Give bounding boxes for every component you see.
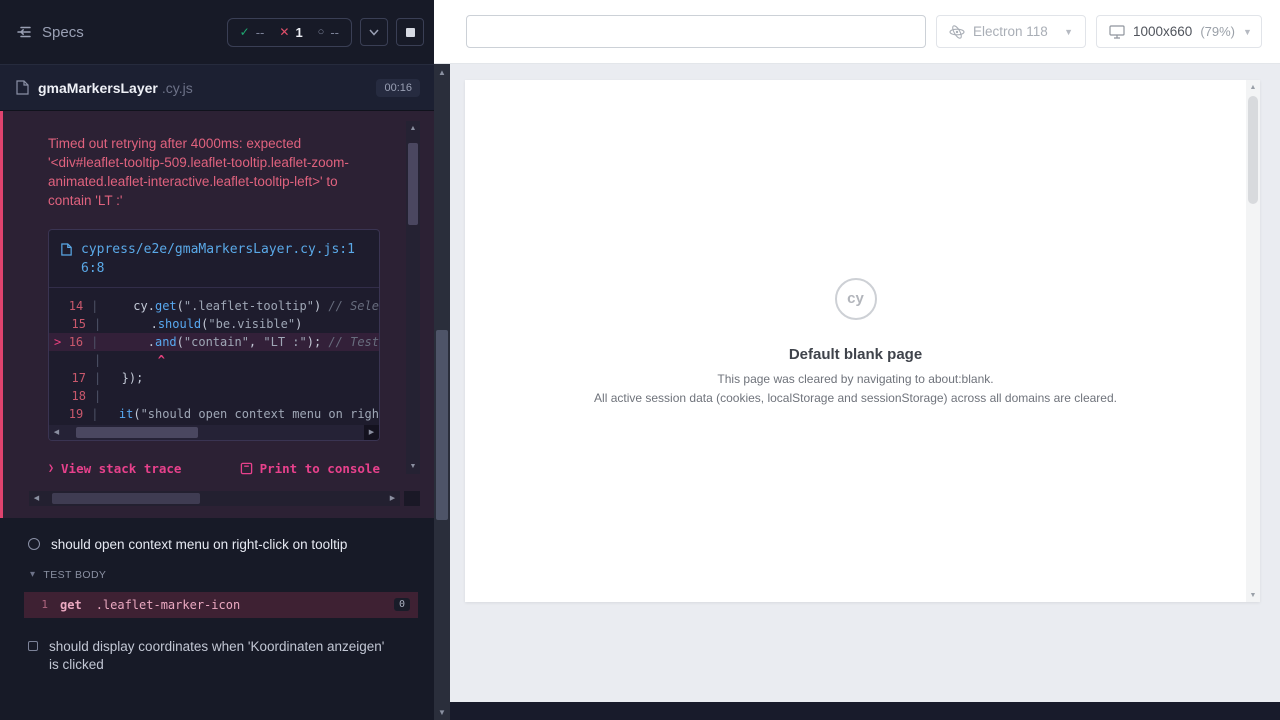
- test-state-icon: [28, 538, 40, 550]
- cypress-app: Specs ✓ -- ✕ 1 ○ --: [0, 0, 1280, 720]
- scroll-left-arrow-icon[interactable]: ◀: [49, 425, 64, 440]
- spec-file-row[interactable]: gmaMarkersLayer .cy.js 00:16: [0, 64, 434, 111]
- code-line: 19| it("should open context menu on righ: [49, 405, 379, 423]
- code-line: 18|: [49, 387, 379, 405]
- specs-toggle[interactable]: Specs: [16, 24, 84, 41]
- url-input[interactable]: [466, 15, 926, 48]
- viewport-icon: [1109, 25, 1125, 39]
- vscroll-thumb[interactable]: [408, 143, 418, 225]
- x-icon: ✕: [279, 25, 289, 39]
- aut-iframe: cy Default blank page This page was clea…: [465, 80, 1260, 602]
- aut-area: cy Default blank page This page was clea…: [450, 64, 1280, 702]
- blank-page: cy Default blank page This page was clea…: [465, 80, 1246, 602]
- error-hscrollbar[interactable]: ◀ ▶: [29, 491, 400, 506]
- reporter-sidebar: Specs ✓ -- ✕ 1 ○ --: [0, 0, 434, 720]
- test-title: should open context menu on right-click …: [51, 536, 347, 554]
- command-number: 1: [24, 598, 60, 611]
- code-line: 14| cy.get(".leaflet-tooltip") // Sele: [49, 297, 379, 315]
- stop-button[interactable]: [396, 18, 424, 46]
- error-vscrollbar[interactable]: ▲ ▼: [406, 121, 420, 474]
- spec-duration-badge: 00:16: [376, 79, 420, 97]
- hscroll-thumb[interactable]: [52, 493, 200, 504]
- code-line: 15| .should("be.visible"): [49, 315, 379, 333]
- code-frame-hscrollbar[interactable]: ◀ ▶: [49, 425, 379, 440]
- command-message: .leaflet-marker-icon: [96, 598, 241, 612]
- chevron-down-icon: ▾: [30, 569, 35, 580]
- check-icon: ✓: [240, 25, 250, 39]
- top-bar: Electron 118 ▼ 1000x660 (79%) ▼: [450, 0, 1280, 64]
- app-footer-strip: [450, 702, 1280, 720]
- scroll-up-arrow-icon[interactable]: ▲: [406, 121, 420, 135]
- stat-pending: ○ --: [318, 25, 339, 40]
- aut-scroll-thumb[interactable]: [1248, 96, 1258, 204]
- blank-page-title: Default blank page: [789, 346, 922, 363]
- viewport-selector[interactable]: 1000x660 (79%) ▼: [1096, 15, 1262, 48]
- test-pending-icon: [28, 641, 38, 651]
- view-stack-trace-link[interactable]: ❯ View stack trace: [48, 461, 181, 476]
- test-row-pending[interactable]: should display coordinates when 'Koordin…: [0, 628, 434, 682]
- test-body-section-toggle[interactable]: ▾ TEST BODY: [0, 562, 434, 588]
- command-method: get: [60, 598, 82, 612]
- print-to-console-button[interactable]: Print to console: [240, 461, 380, 476]
- scroll-right-arrow-icon[interactable]: ▶: [385, 491, 400, 506]
- code-line: 17| });: [49, 369, 379, 387]
- command-count-badge: 0: [394, 598, 410, 611]
- reporter-scroll-thumb[interactable]: [436, 330, 448, 520]
- code-frame-header: cypress/e2e/gmaMarkersLayer.cy.js:16:8: [49, 230, 379, 288]
- code-lines: 14| cy.get(".leaflet-tooltip") // Sele 1…: [49, 288, 379, 425]
- reporter-scrollbar[interactable]: ▲ ▼: [434, 0, 450, 720]
- chevron-right-icon: ❯: [48, 463, 54, 474]
- scrollbar-header-spacer: [434, 0, 450, 64]
- scroll-right-arrow-icon[interactable]: ▶: [364, 425, 379, 440]
- spec-file-icon: [16, 80, 29, 95]
- spec-extension: .cy.js: [162, 80, 193, 96]
- scroll-up-arrow-icon[interactable]: ▲: [1246, 80, 1260, 94]
- specs-list-icon: [16, 24, 32, 40]
- blank-page-line-2: All active session data (cookies, localS…: [594, 391, 1117, 405]
- spec-name: gmaMarkersLayer: [38, 80, 158, 96]
- code-line: | ^: [49, 351, 379, 369]
- aut-scrollbar[interactable]: ▲ ▼: [1246, 80, 1260, 602]
- hscroll-thumb[interactable]: [76, 427, 198, 438]
- chevron-down-icon: ▼: [1064, 27, 1073, 37]
- test-row-failed[interactable]: should open context menu on right-click …: [0, 526, 434, 562]
- run-stats: ✓ -- ✕ 1 ○ --: [227, 18, 352, 47]
- test-list: should open context menu on right-click …: [0, 518, 434, 691]
- specs-title: Specs: [42, 24, 84, 41]
- scroll-down-arrow-icon[interactable]: ▼: [434, 704, 450, 720]
- browser-label: Electron 118: [973, 24, 1048, 39]
- command-row[interactable]: 1 get .leaflet-marker-icon 0: [24, 592, 418, 618]
- chevron-down-icon: ▼: [1243, 27, 1252, 37]
- file-icon: [61, 243, 72, 256]
- stop-icon: [406, 28, 415, 37]
- chevron-down-icon: [369, 29, 379, 36]
- blank-page-line-1: This page was cleared by navigating to a…: [717, 372, 993, 386]
- code-line: >16| .and("contain", "LT :"); // Test: [49, 333, 379, 351]
- reporter-header: Specs ✓ -- ✕ 1 ○ --: [0, 0, 434, 64]
- error-message: Timed out retrying after 4000ms: expecte…: [48, 135, 378, 211]
- test-title: should display coordinates when 'Koordin…: [49, 638, 397, 674]
- code-frame-file-link[interactable]: cypress/e2e/gmaMarkersLayer.cy.js:16:8: [81, 240, 367, 279]
- cypress-logo: cy: [835, 278, 877, 320]
- scrollbar-corner: [404, 491, 420, 506]
- stat-failed: ✕ 1: [279, 25, 302, 40]
- viewport-size: 1000x660: [1133, 24, 1192, 39]
- browser-selector[interactable]: Electron 118 ▼: [936, 15, 1086, 48]
- scroll-left-arrow-icon[interactable]: ◀: [29, 491, 44, 506]
- electron-icon: [949, 24, 965, 40]
- stat-passed: ✓ --: [240, 25, 265, 40]
- scroll-down-arrow-icon[interactable]: ▼: [406, 460, 420, 474]
- pending-circle-icon: ○: [318, 26, 325, 38]
- scroll-up-arrow-icon[interactable]: ▲: [434, 64, 450, 80]
- main-column: Electron 118 ▼ 1000x660 (79%) ▼ cy Defau…: [450, 0, 1280, 720]
- test-body-label: TEST BODY: [43, 569, 106, 581]
- print-icon: [240, 462, 253, 475]
- scroll-down-arrow-icon[interactable]: ▼: [1246, 588, 1260, 602]
- code-frame: cypress/e2e/gmaMarkersLayer.cy.js:16:8 1…: [48, 229, 380, 441]
- error-actions: ❯ View stack trace Print to console: [48, 461, 380, 476]
- viewport-scale: (79%): [1200, 24, 1235, 39]
- collapse-all-button[interactable]: [360, 18, 388, 46]
- test-error-panel: Timed out retrying after 4000ms: expecte…: [0, 111, 434, 518]
